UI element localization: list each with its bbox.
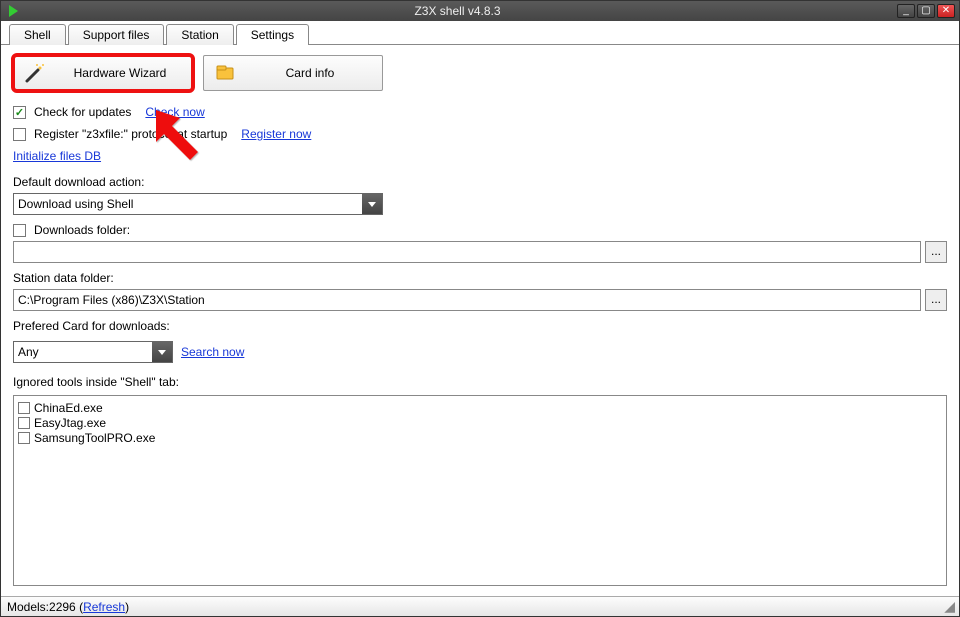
station-folder-browse[interactable]: ... xyxy=(925,289,947,311)
station-folder-label: Station data folder: xyxy=(13,271,947,285)
preferred-card-label: Prefered Card for downloads: xyxy=(13,319,947,333)
titlebar: Z3X shell v4.8.3 _ ▢ ✕ xyxy=(1,1,959,21)
models-prefix: Models: xyxy=(7,600,49,614)
hardware-wizard-button[interactable]: Hardware Wizard xyxy=(13,55,193,91)
check-updates-checkbox[interactable] xyxy=(13,106,26,119)
window-controls: _ ▢ ✕ xyxy=(897,4,955,18)
item-label: EasyJtag.exe xyxy=(34,416,106,430)
register-protocol-checkbox[interactable] xyxy=(13,128,26,141)
status-bar: Models: 2296 ( Refresh ) ◢ xyxy=(1,596,959,616)
tab-settings[interactable]: Settings xyxy=(236,24,309,45)
card-icon xyxy=(214,62,236,84)
downloads-folder-input[interactable] xyxy=(13,241,921,263)
settings-panel: Hardware Wizard Card info Check for upda… xyxy=(1,45,959,596)
dropdown-icon[interactable] xyxy=(362,194,382,214)
item-checkbox[interactable] xyxy=(18,402,30,414)
register-now-link[interactable]: Register now xyxy=(241,127,311,141)
play-icon xyxy=(9,5,18,17)
station-folder-input[interactable] xyxy=(13,289,921,311)
default-action-value: Download using Shell xyxy=(18,197,133,211)
list-item[interactable]: EasyJtag.exe xyxy=(18,416,942,430)
window-title: Z3X shell v4.8.3 xyxy=(18,4,897,18)
initialize-db-link[interactable]: Initialize files DB xyxy=(13,149,101,163)
search-now-link[interactable]: Search now xyxy=(181,345,244,359)
refresh-link[interactable]: Refresh xyxy=(83,600,125,614)
tab-support-files[interactable]: Support files xyxy=(68,24,165,45)
dropdown-icon[interactable] xyxy=(152,342,172,362)
maximize-button[interactable]: ▢ xyxy=(917,4,935,18)
app-window: Z3X shell v4.8.3 _ ▢ ✕ Shell Support fil… xyxy=(0,0,960,617)
wand-icon xyxy=(24,62,46,84)
preferred-card-combo[interactable]: Any xyxy=(13,341,173,363)
ignored-tools-list[interactable]: ChinaEd.exe EasyJtag.exe SamsungToolPRO.… xyxy=(13,395,947,586)
check-updates-label: Check for updates xyxy=(34,105,131,119)
item-checkbox[interactable] xyxy=(18,432,30,444)
tab-shell[interactable]: Shell xyxy=(9,24,66,45)
tab-bar: Shell Support files Station Settings xyxy=(1,21,959,45)
check-now-link[interactable]: Check now xyxy=(145,105,204,119)
close-button[interactable]: ✕ xyxy=(937,4,955,18)
list-item[interactable]: SamsungToolPRO.exe xyxy=(18,431,942,445)
downloads-folder-checkbox[interactable] xyxy=(13,224,26,237)
models-count: 2296 xyxy=(49,600,76,614)
preferred-card-value: Any xyxy=(18,345,39,359)
item-label: SamsungToolPRO.exe xyxy=(34,431,155,445)
tab-station[interactable]: Station xyxy=(166,24,233,45)
default-action-label: Default download action: xyxy=(13,175,947,189)
card-info-button[interactable]: Card info xyxy=(203,55,383,91)
default-action-combo[interactable]: Download using Shell xyxy=(13,193,383,215)
downloads-folder-browse[interactable]: ... xyxy=(925,241,947,263)
item-label: ChinaEd.exe xyxy=(34,401,103,415)
ignored-tools-label: Ignored tools inside "Shell" tab: xyxy=(13,375,947,389)
list-item[interactable]: ChinaEd.exe xyxy=(18,401,942,415)
item-checkbox[interactable] xyxy=(18,417,30,429)
minimize-button[interactable]: _ xyxy=(897,4,915,18)
downloads-folder-label: Downloads folder: xyxy=(34,223,130,237)
card-info-label: Card info xyxy=(248,66,372,80)
resize-grip-icon[interactable]: ◢ xyxy=(944,598,953,615)
hardware-wizard-label: Hardware Wizard xyxy=(58,66,182,80)
register-protocol-label: Register "z3xfile:" protocol at startup xyxy=(34,127,227,141)
